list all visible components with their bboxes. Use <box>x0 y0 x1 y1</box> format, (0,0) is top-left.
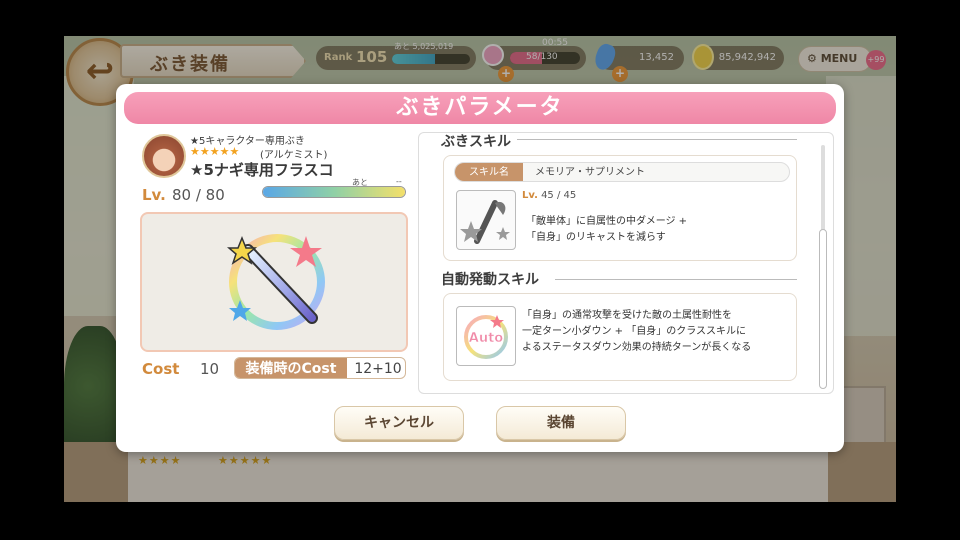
skill-level: Lv. 45 / 45 <box>522 190 576 201</box>
equip-cost-box: 装備時のCost 12+10 <box>234 357 406 379</box>
skill-level-label: Lv. <box>522 190 538 201</box>
weapon-skill-heading: ぶきスキル <box>441 134 511 150</box>
equip-cost-label: 装備時のCost <box>235 358 347 378</box>
modal-title: ぶきパラメータ <box>396 95 564 120</box>
weapon-exp-bar <box>262 186 406 198</box>
weapon-name: ★5ナギ専用フラスコ <box>190 161 334 179</box>
skill-description-line: 「敵単体」に自属性の中ダメージ + <box>526 216 688 227</box>
auto-skill-description-line: 一定ターン小ダウン + 「自身」のクラススキルに <box>522 326 747 337</box>
equip-cost-value: 12+10 <box>354 361 402 377</box>
skill-scroll-panel[interactable]: ぶきスキル スキル名 メモリア・サプリメント Lv. 45 / 45 「敵単体」… <box>418 132 834 394</box>
skill-wand-icon <box>456 190 516 250</box>
equip-button[interactable]: 装備 <box>496 406 626 440</box>
modal-header: ぶきパラメータ <box>124 92 836 124</box>
weapon-skill-card: スキル名 メモリア・サプリメント Lv. 45 / 45 「敵単体」に自属性の中… <box>443 155 797 261</box>
level-label: Lv. <box>142 186 166 204</box>
scrollbar-thumb[interactable] <box>819 229 827 389</box>
character-avatar <box>142 134 186 178</box>
auto-skill-heading: 自動発動スキル <box>441 272 539 288</box>
flask-wand-icon <box>226 234 325 330</box>
exp-remaining-value: -- <box>396 177 402 186</box>
level-value: 80 / 80 <box>172 186 225 204</box>
auto-skill-card: Auto 「自身」の通常攻撃を受けた敵の土属性耐性を 一定ターン小ダウン + 「… <box>443 293 797 381</box>
skill-name-value: メモリア・サプリメント <box>535 167 645 178</box>
auto-icon-label: Auto <box>469 331 504 346</box>
cost-label: Cost <box>142 360 180 378</box>
auto-skill-icon: Auto <box>456 306 516 366</box>
cost-value: 10 <box>200 360 220 378</box>
auto-skill-description-line: よるステータスダウン効果の持続ターンが長くなる <box>522 342 752 353</box>
divider <box>555 279 797 280</box>
weapon-image-frame <box>140 212 408 352</box>
auto-skill-description-line: 「自身」の通常攻撃を受けた敵の土属性耐性を <box>522 310 732 321</box>
weapon-rarity-stars: ★★★★★ <box>190 145 240 158</box>
skill-description-line: 「自身」のリキャストを減らす <box>526 232 666 243</box>
divider <box>517 139 797 140</box>
skill-name-label: スキル名 <box>455 163 523 181</box>
cancel-button[interactable]: キャンセル <box>334 406 464 440</box>
skill-level-value: 45 / 45 <box>541 190 577 201</box>
skill-name-tag: スキル名 メモリア・サプリメント <box>454 162 790 182</box>
